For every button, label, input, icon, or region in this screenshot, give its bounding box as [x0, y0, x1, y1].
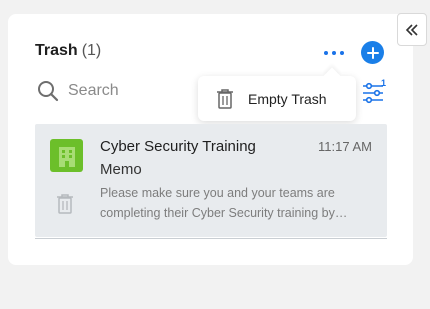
message-time: 11:17 AM [318, 139, 372, 154]
menu-item-label: Empty Trash [248, 90, 327, 107]
more-options-button[interactable] [320, 44, 348, 62]
divider [35, 238, 387, 239]
plus-icon [366, 46, 379, 59]
message-title: Cyber Security Training [100, 138, 256, 155]
message-type: Memo [100, 161, 142, 178]
search-input[interactable]: Search [68, 82, 119, 100]
add-button[interactable] [361, 41, 384, 64]
empty-trash-menu-item[interactable]: Empty Trash [198, 76, 356, 121]
message-card[interactable]: Cyber Security Training 11:17 AM Memo Pl… [35, 124, 387, 237]
trash-icon [217, 88, 233, 109]
building-icon [58, 146, 75, 167]
ellipsis-dot [332, 51, 336, 55]
filter-count-badge: 1 [381, 78, 387, 88]
double-chevron-left-icon [405, 23, 418, 36]
avatar [50, 139, 83, 172]
ellipsis-dot [340, 51, 344, 55]
search-icon [38, 81, 59, 102]
ellipsis-horizontal-icon [324, 51, 328, 55]
trash-icon [57, 194, 73, 214]
item-count: (1) [81, 42, 102, 59]
restore-delete-button[interactable] [56, 193, 74, 220]
message-preview: Please make sure you and your teams are … [100, 186, 348, 220]
collapse-panel-button[interactable] [397, 13, 427, 46]
panel-header: Trash (1) [35, 42, 101, 60]
search-field[interactable]: Search [37, 80, 119, 102]
page-title: Trash [35, 42, 78, 59]
